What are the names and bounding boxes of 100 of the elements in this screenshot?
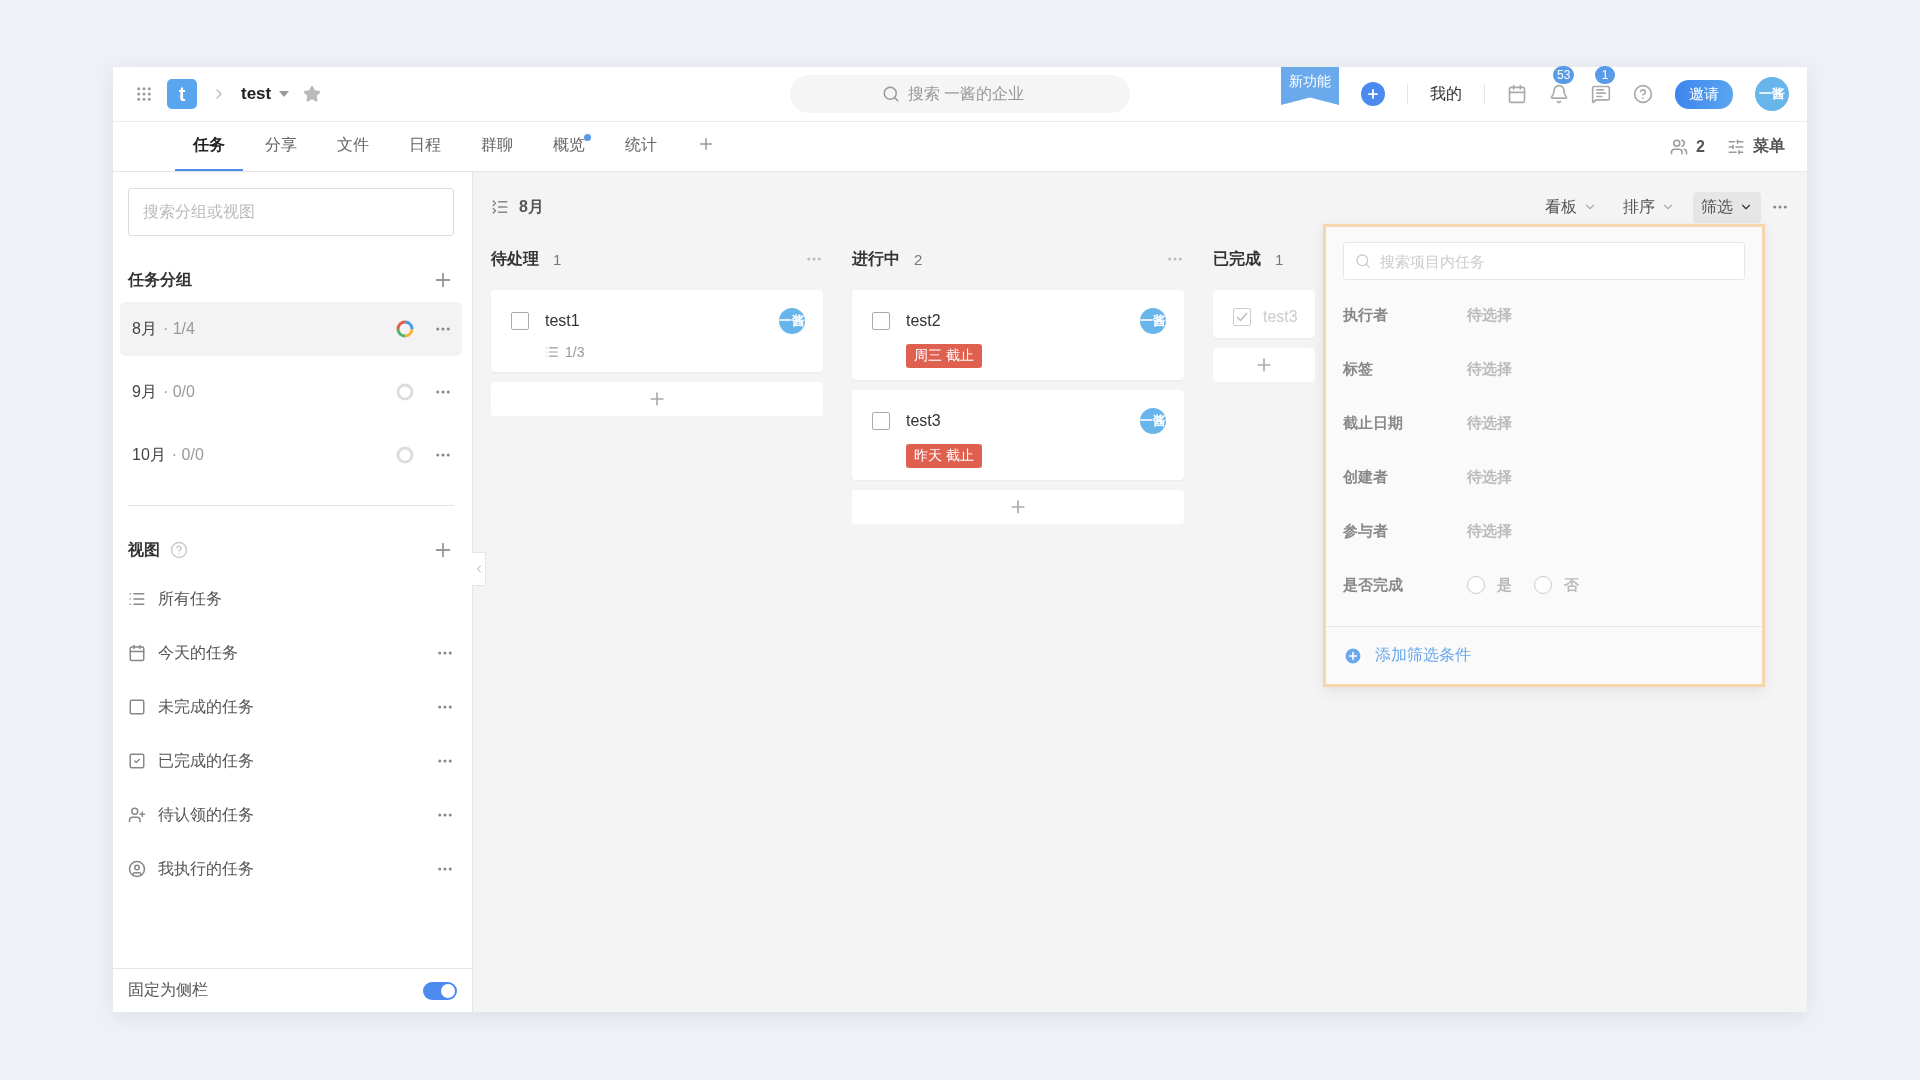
column-title: 进行中	[852, 248, 900, 269]
column-count: 1	[553, 250, 562, 268]
progress-ring-icon	[396, 446, 414, 464]
bell-button[interactable]	[1549, 84, 1569, 104]
checkbox-icon	[128, 698, 146, 716]
project-name[interactable]: test	[241, 84, 272, 104]
filter-label: 参与者	[1343, 521, 1389, 541]
add-button[interactable]	[1361, 82, 1385, 106]
toolbar-dropdown[interactable]: 排序	[1615, 191, 1683, 223]
radio-button[interactable]	[1534, 576, 1552, 594]
task-checkbox[interactable]	[872, 312, 890, 330]
task-card[interactable]: test3 一酱 昨天 截止	[852, 390, 1184, 480]
tab[interactable]: 文件	[319, 122, 387, 171]
pin-toggle[interactable]	[423, 981, 457, 1000]
tab[interactable]: 群聊	[463, 122, 531, 171]
collapse-list-icon[interactable]	[491, 198, 509, 216]
calendar-icon[interactable]	[1507, 84, 1527, 104]
tab[interactable]: 统计	[607, 122, 675, 171]
task-card[interactable]: test1 一酱 1/3	[491, 290, 823, 372]
view-label: 我执行的任务	[158, 858, 254, 879]
checked-box-icon	[128, 752, 146, 770]
message-button[interactable]	[1591, 84, 1611, 104]
view-label: 今天的任务	[158, 642, 238, 663]
filter-label: 创建者	[1343, 467, 1389, 487]
group-item[interactable]: 8月 · 1/4	[120, 302, 462, 356]
view-label: 已完成的任务	[158, 750, 254, 771]
progress-ring-icon	[396, 320, 414, 338]
task-checkbox[interactable]	[1233, 308, 1251, 326]
task-title: test3	[906, 412, 941, 430]
member-count[interactable]: 2	[1696, 137, 1705, 156]
group-name: 9月	[132, 381, 157, 402]
subtask-count: 1/3	[565, 344, 585, 360]
search-icon	[1355, 253, 1371, 269]
mine-link[interactable]: 我的	[1430, 83, 1462, 105]
radio-label: 否	[1564, 575, 1579, 595]
group-item[interactable]: 10月 · 0/0	[120, 428, 462, 482]
tab[interactable]: 概览	[535, 122, 603, 171]
search-icon	[882, 85, 900, 103]
new-dot	[584, 134, 591, 141]
column-title: 已完成	[1213, 248, 1261, 269]
filter-label: 标签	[1343, 359, 1374, 379]
calendar-icon	[128, 644, 146, 662]
filter-label: 是否完成	[1343, 575, 1404, 595]
tab[interactable]: 分享	[247, 122, 315, 171]
caret-icon[interactable]	[279, 91, 290, 97]
section-title: 视图	[128, 539, 160, 560]
view-item[interactable]: 已完成的任务	[128, 734, 454, 788]
filter-label: 执行者	[1343, 305, 1389, 325]
collapse-handle[interactable]	[472, 552, 486, 586]
task-card[interactable]: test2 一酱 周三 截止	[852, 290, 1184, 380]
column-count: 2	[914, 250, 923, 268]
star-icon[interactable]	[303, 85, 322, 103]
help-icon[interactable]	[170, 541, 188, 559]
task-title: test1	[545, 312, 580, 330]
task-checkbox[interactable]	[872, 412, 890, 430]
column-count: 1	[1275, 250, 1284, 268]
toolbar-dropdown[interactable]: 看板	[1537, 191, 1605, 223]
view-label: 未完成的任务	[158, 696, 254, 717]
tab[interactable]: 日程	[391, 122, 459, 171]
radio-label: 是	[1497, 575, 1512, 595]
apps-grid-icon[interactable]	[135, 85, 153, 103]
settings-icon[interactable]	[1727, 137, 1745, 156]
list-icon	[128, 590, 146, 608]
view-item[interactable]: 待认领的任务	[128, 788, 454, 842]
message-badge: 1	[1595, 66, 1615, 84]
help-icon[interactable]	[1633, 84, 1653, 104]
due-tag: 昨天 截止	[906, 444, 982, 468]
user-icon	[128, 860, 146, 878]
group-progress: · 0/0	[162, 383, 195, 401]
group-name: 8月	[132, 318, 157, 339]
view-item[interactable]: 所有任务	[128, 572, 454, 626]
assignee-avatar: 一酱	[1140, 308, 1166, 334]
view-item[interactable]: 今天的任务	[128, 626, 454, 680]
task-checkbox[interactable]	[511, 312, 529, 330]
filter-label: 截止日期	[1343, 413, 1404, 433]
plus-icon	[1343, 645, 1363, 666]
task-title: test2	[906, 312, 941, 330]
board-title: 8月	[519, 196, 544, 217]
group-item[interactable]: 9月 · 0/0	[120, 365, 462, 419]
user-plus-icon	[128, 806, 146, 824]
radio-button[interactable]	[1467, 576, 1485, 594]
view-label: 所有任务	[158, 588, 222, 609]
view-label: 待认领的任务	[158, 804, 254, 825]
toolbar-dropdown[interactable]: 筛选	[1693, 191, 1761, 223]
project-logo: t	[167, 79, 197, 109]
view-item[interactable]: 未完成的任务	[128, 680, 454, 734]
assignee-avatar: 一酱	[779, 308, 805, 334]
progress-ring-icon	[396, 383, 414, 401]
notification-badge: 53	[1553, 66, 1575, 84]
members-icon[interactable]	[1670, 137, 1689, 156]
menu-label[interactable]: 菜单	[1753, 136, 1785, 157]
group-name: 10月	[132, 444, 166, 465]
search-field[interactable]: 搜索分组或视图	[128, 188, 454, 236]
group-progress: · 1/4	[162, 320, 195, 338]
subtask-icon	[545, 345, 559, 359]
due-tag: 周三 截止	[906, 344, 982, 368]
search-field[interactable]: 搜索 一酱的企业	[790, 75, 1130, 113]
plus-icon	[1366, 87, 1380, 101]
assignee-avatar: 一酱	[1140, 408, 1166, 434]
view-item[interactable]: 我执行的任务	[128, 842, 454, 896]
